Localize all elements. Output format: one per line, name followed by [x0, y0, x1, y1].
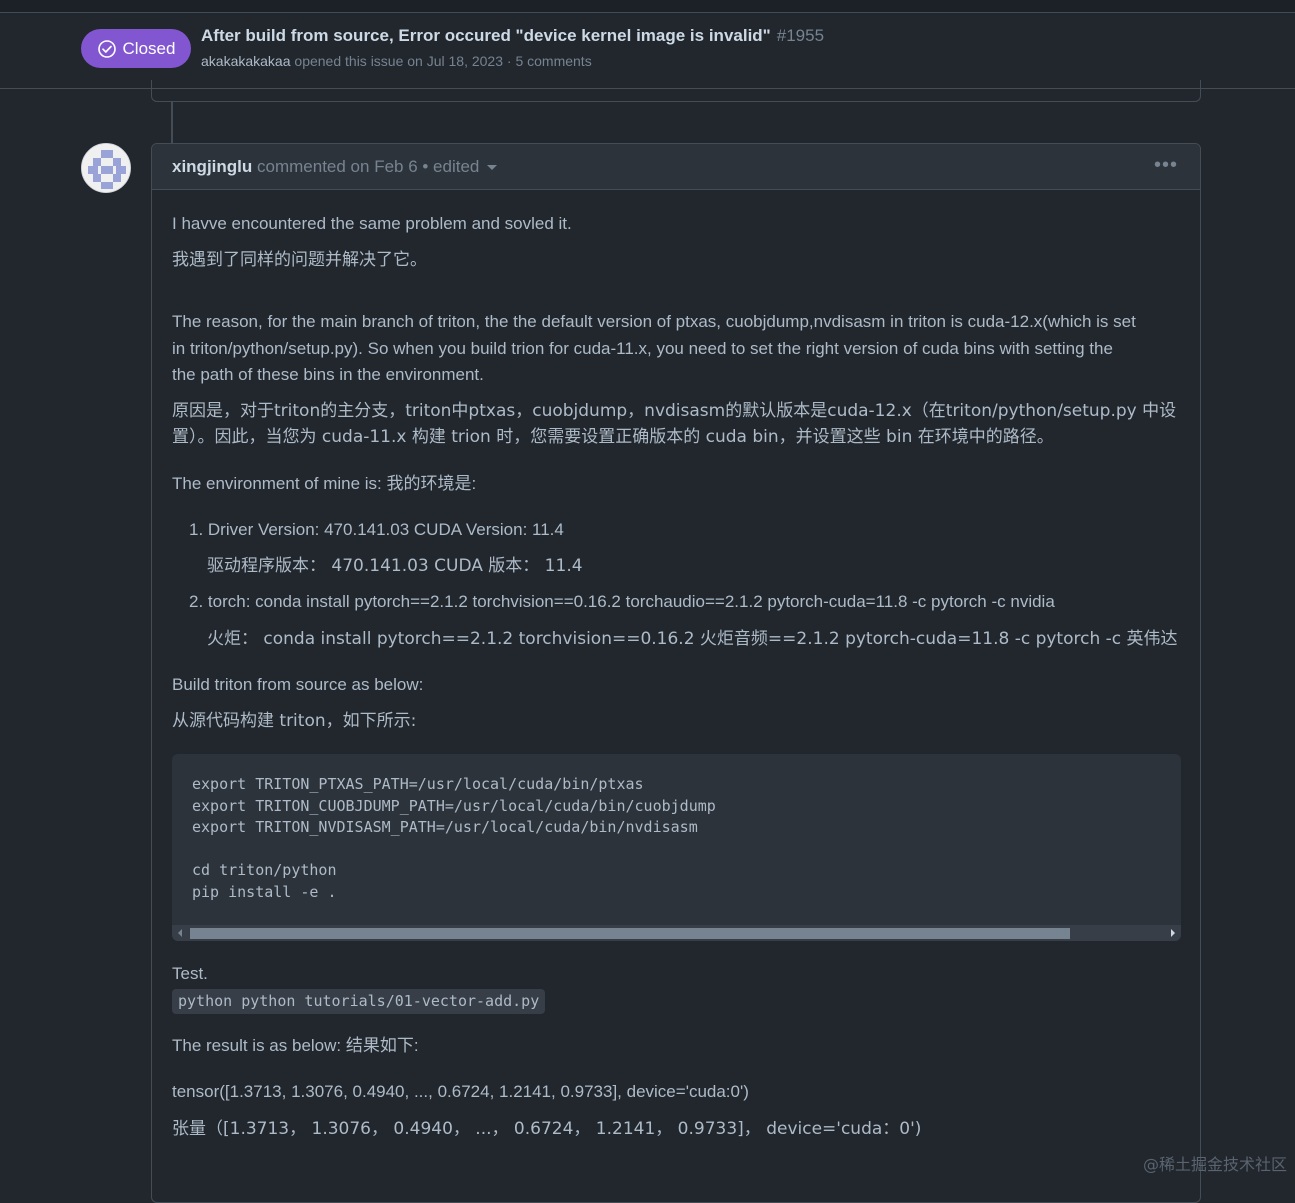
comment-line: tensor([1.3713, 1.3076, 0.4940, ..., 0.6… — [172, 1079, 749, 1105]
horizontal-scrollbar[interactable] — [172, 925, 1181, 941]
comment-line: 原因是，对于triton的主分支，triton中ptxas，cuobjdump，… — [172, 398, 1176, 424]
comment-header: xingjinglu commented on Feb 6 • edited •… — [152, 144, 1200, 190]
check-circle-icon — [97, 39, 117, 59]
inline-code: python python tutorials/01-vector-add.py — [172, 989, 545, 1014]
comment-box: xingjinglu commented on Feb 6 • edited •… — [151, 143, 1201, 1203]
comment-line: 从源代码构建 triton，如下所示: — [172, 708, 416, 734]
top-nav-strip — [0, 0, 1295, 13]
comment-line: The reason, for the main branch of trito… — [172, 309, 1136, 335]
scroll-right-icon[interactable] — [1171, 929, 1175, 937]
comment-line: in triton/python/setup.py). So when you … — [172, 336, 1113, 362]
scrollbar-thumb[interactable] — [190, 928, 1070, 939]
comment-line: Build triton from source as below: — [172, 672, 423, 698]
kebab-icon[interactable]: ••• — [1154, 154, 1178, 177]
chevron-down-icon[interactable] — [487, 165, 497, 170]
comment-line: 张量（[1.3713， 1.3076， 0.4940， ...， 0.6724，… — [172, 1116, 921, 1142]
avatar[interactable] — [81, 143, 131, 193]
comment-meta-text[interactable]: commented on Feb 6 • edited — [257, 157, 479, 176]
comment-meta: xingjinglu commented on Feb 6 • edited — [172, 157, 497, 177]
comment-line: I havve encountered the same problem and… — [172, 211, 572, 237]
comment-line: the path of these bins in the environmen… — [172, 362, 484, 388]
timeline-connector — [171, 102, 173, 144]
issue-meta: akakakakakaa opened this issue on Jul 18… — [201, 53, 592, 69]
list-item-translation: 驱动程序版本： 470.141.03 CUDA 版本： 11.4 — [207, 553, 583, 579]
identicon-icon — [82, 144, 131, 193]
comment-line: 我遇到了同样的问题并解决了它。 — [172, 247, 427, 273]
list-item: 2. torch: conda install pytorch==2.1.2 t… — [189, 589, 1055, 615]
issue-title-text: After build from source, Error occured "… — [201, 26, 771, 45]
issue-header: Closed After build from source, Error oc… — [0, 13, 1295, 89]
list-item: 1. Driver Version: 470.141.03 CUDA Versi… — [189, 517, 564, 543]
issue-number: #1955 — [777, 26, 824, 45]
issue-author-link[interactable]: akakakakakaa — [201, 53, 291, 69]
scroll-left-icon[interactable] — [178, 929, 182, 937]
issue-meta-text: opened this issue on Jul 18, 2023 · 5 co… — [294, 53, 591, 69]
comment-author-link[interactable]: xingjinglu — [172, 157, 252, 176]
previous-comment-edge — [151, 80, 1201, 102]
code-content: export TRITON_PTXAS_PATH=/usr/local/cuda… — [192, 774, 716, 904]
comment-line: 置）。因此，当您为 cuda-11.x 构建 trion 时，您需要设置正确版本… — [172, 424, 1054, 450]
watermark: @稀土掘金技术社区 — [1143, 1151, 1287, 1175]
issue-title: After build from source, Error occured "… — [201, 26, 824, 46]
status-label: Closed — [123, 39, 176, 59]
list-item-translation: 火炬： conda install pytorch==2.1.2 torchvi… — [207, 626, 1178, 652]
comment-line: Test. — [172, 961, 208, 987]
comment-line: The result is as below: 结果如下: — [172, 1033, 419, 1059]
code-block[interactable]: export TRITON_PTXAS_PATH=/usr/local/cuda… — [172, 754, 1181, 941]
status-badge: Closed — [81, 29, 191, 68]
comment-line: The environment of mine is: 我的环境是: — [172, 471, 476, 497]
